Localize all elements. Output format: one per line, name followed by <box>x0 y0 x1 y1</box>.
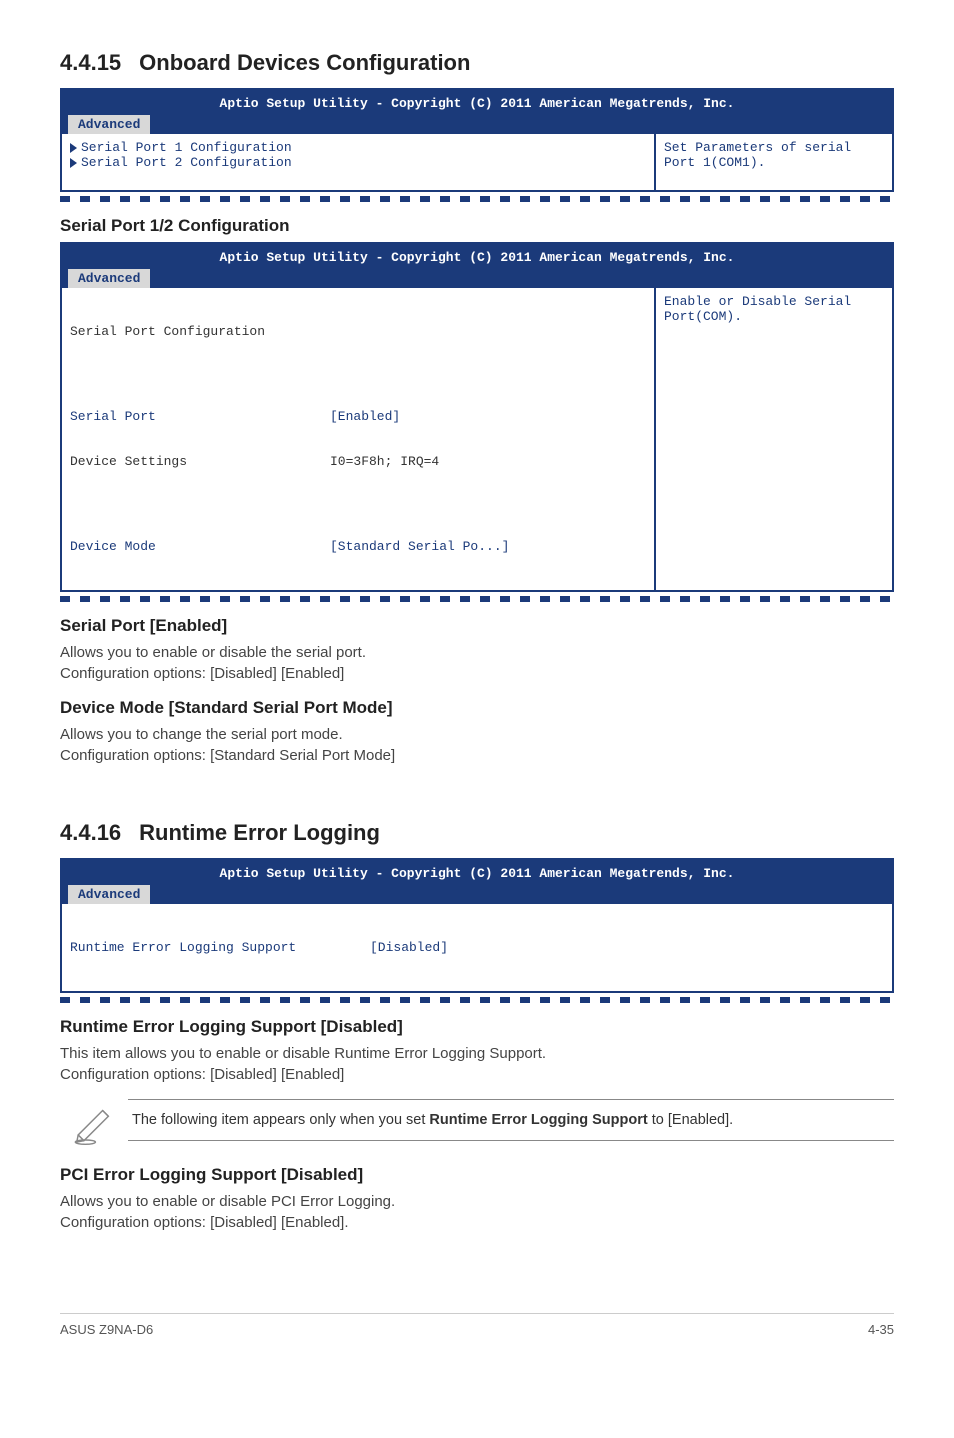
text-line: Configuration options: [Disabled] [Enabl… <box>60 1214 349 1231</box>
menu-item-serial-port-1: Serial Port 1 Configuration <box>81 140 292 155</box>
section-title-text: Onboard Devices Configuration <box>139 50 470 75</box>
text-line: Configuration options: [Disabled] [Enabl… <box>60 1066 344 1083</box>
pencil-icon <box>60 1099 128 1145</box>
note-text: The following item appears only when you… <box>128 1099 894 1141</box>
label-device-mode: Device Mode <box>70 539 330 554</box>
subheading-serial-port-enabled: Serial Port [Enabled] <box>60 616 894 636</box>
text-line: Allows you to change the serial port mod… <box>60 726 343 743</box>
label-runtime-error-logging: Runtime Error Logging Support <box>70 940 370 955</box>
torn-edge <box>60 196 894 202</box>
bios-help-text: Enable or Disable Serial Port(COM). <box>654 288 892 590</box>
bios-title: Aptio Setup Utility - Copyright (C) 2011… <box>68 864 886 883</box>
text-line: Configuration options: [Disabled] [Enabl… <box>60 665 344 682</box>
paragraph: Allows you to enable or disable the seri… <box>60 642 894 684</box>
text-line: Configuration options: [Standard Serial … <box>60 747 395 764</box>
label-serial-port: Serial Port <box>70 409 330 424</box>
page-footer: ASUS Z9NA-D6 4-35 <box>60 1313 894 1337</box>
bios-title: Aptio Setup Utility - Copyright (C) 2011… <box>68 94 886 113</box>
section-number: 4.4.15 <box>60 50 121 75</box>
note-bold: Runtime Error Logging Support <box>429 1112 647 1128</box>
text-line: This item allows you to enable or disabl… <box>60 1045 546 1062</box>
bios-settings-list: Serial Port Configuration Serial Port [E… <box>62 288 654 590</box>
footer-page-number: 4-35 <box>868 1322 894 1337</box>
section-heading-runtime: 4.4.16 Runtime Error Logging <box>60 820 894 846</box>
section-title-text: Runtime Error Logging <box>139 820 380 845</box>
label-device-settings: Device Settings <box>70 454 330 469</box>
paragraph: This item allows you to enable or disabl… <box>60 1043 894 1085</box>
bios-tab-advanced: Advanced <box>68 269 150 288</box>
value-device-mode: [Standard Serial Po...] <box>330 539 646 554</box>
text-line: Allows you to enable or disable the seri… <box>60 644 366 661</box>
value-device-settings: I0=3F8h; IRQ=4 <box>330 454 646 469</box>
section-heading-onboard: 4.4.15 Onboard Devices Configuration <box>60 50 894 76</box>
bios-panel-onboard: Aptio Setup Utility - Copyright (C) 2011… <box>60 88 894 192</box>
subheading-device-mode: Device Mode [Standard Serial Port Mode] <box>60 698 894 718</box>
bios-settings-list: Runtime Error Logging Support [Disabled] <box>62 904 892 991</box>
footer-product: ASUS Z9NA-D6 <box>60 1322 153 1337</box>
value-runtime-error-logging: [Disabled] <box>370 940 884 955</box>
paragraph: Allows you to change the serial port mod… <box>60 724 894 766</box>
bios-header: Aptio Setup Utility - Copyright (C) 2011… <box>62 244 892 288</box>
torn-edge <box>60 997 894 1003</box>
subheading-serial-port-config: Serial Port 1/2 Configuration <box>60 216 894 236</box>
bios-title: Aptio Setup Utility - Copyright (C) 2011… <box>68 248 886 267</box>
row-title: Serial Port Configuration <box>70 324 265 339</box>
bios-help-text: Set Parameters of serial Port 1(COM1). <box>654 134 892 190</box>
section-number: 4.4.16 <box>60 820 121 845</box>
bios-header: Aptio Setup Utility - Copyright (C) 2011… <box>62 90 892 134</box>
bios-tab-advanced: Advanced <box>68 885 150 904</box>
note-post: to [Enabled]. <box>648 1112 733 1128</box>
bios-tab-advanced: Advanced <box>68 115 150 134</box>
subheading-pci-error-logging: PCI Error Logging Support [Disabled] <box>60 1165 894 1185</box>
bios-header: Aptio Setup Utility - Copyright (C) 2011… <box>62 860 892 904</box>
bios-panel-serial-config: Aptio Setup Utility - Copyright (C) 2011… <box>60 242 894 592</box>
note-callout: The following item appears only when you… <box>60 1099 894 1145</box>
menu-item-serial-port-2: Serial Port 2 Configuration <box>81 155 292 170</box>
bios-menu-list: Serial Port 1 Configuration Serial Port … <box>62 134 654 190</box>
triangle-icon <box>70 158 77 168</box>
torn-edge <box>60 596 894 602</box>
bios-panel-runtime: Aptio Setup Utility - Copyright (C) 2011… <box>60 858 894 993</box>
note-pre: The following item appears only when you… <box>132 1112 429 1128</box>
triangle-icon <box>70 143 77 153</box>
subheading-runtime-support: Runtime Error Logging Support [Disabled] <box>60 1017 894 1037</box>
value-serial-port: [Enabled] <box>330 409 646 424</box>
text-line: Allows you to enable or disable PCI Erro… <box>60 1193 395 1210</box>
paragraph: Allows you to enable or disable PCI Erro… <box>60 1191 894 1233</box>
